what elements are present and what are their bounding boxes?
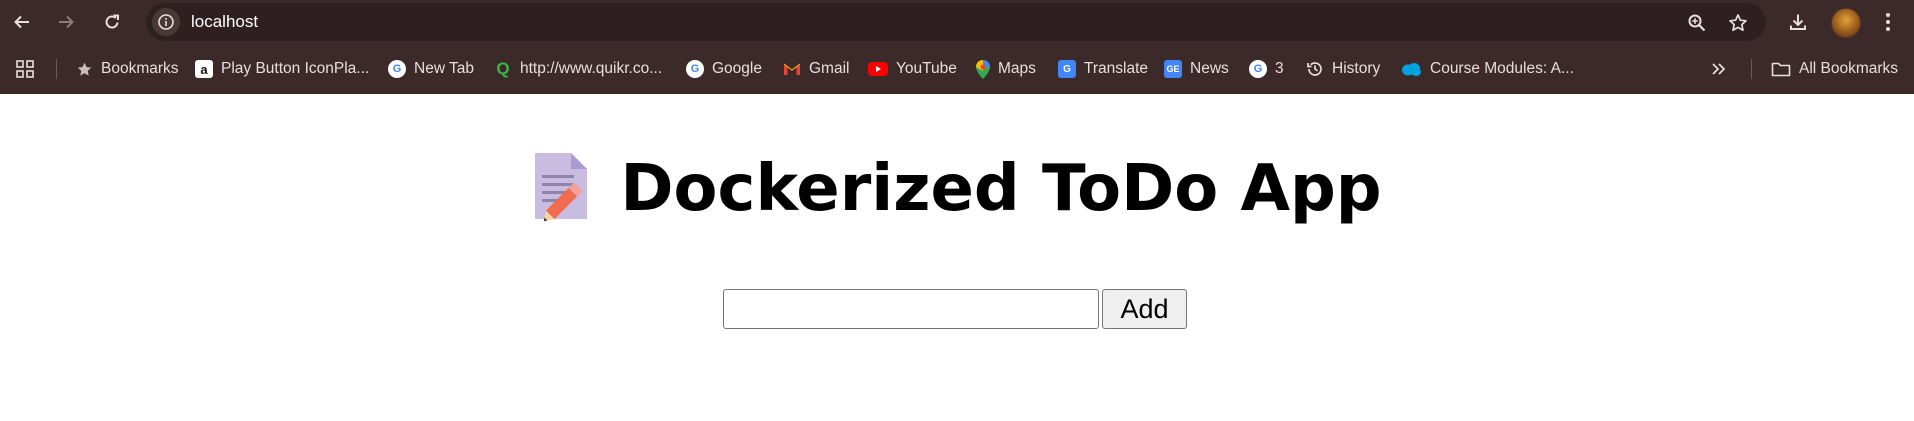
forward-button[interactable] (54, 10, 78, 34)
history-icon (1307, 62, 1322, 76)
bookmark-label: 3 (1275, 60, 1284, 77)
download-icon (1790, 14, 1806, 30)
bookmark-bookmarks[interactable]: Bookmarks (76, 44, 179, 94)
bookmark-label: http://www.quikr.co... (520, 60, 663, 77)
google-icon: G (686, 60, 704, 78)
page-title-text: Dockerized ToDo App (620, 152, 1382, 226)
arrow-right-icon (59, 15, 74, 29)
menu-button[interactable] (1876, 10, 1900, 34)
all-bookmarks-button[interactable]: All Bookmarks (1771, 44, 1898, 94)
amazon-icon: a (195, 60, 213, 78)
bookmark-3[interactable]: G 3 (1249, 44, 1284, 94)
bookmark-label: Maps (998, 60, 1036, 77)
bookmarks-divider (56, 59, 57, 79)
page-content: Dockerized ToDo App Add (0, 94, 1914, 421)
bookmark-quikr[interactable]: Q http://www.quikr.co... (494, 44, 662, 94)
bookmark-label: Google (712, 60, 762, 77)
zoom-in-icon (1688, 14, 1706, 32)
bookmark-youtube[interactable]: YouTube (868, 44, 957, 94)
youtube-icon (868, 62, 888, 76)
star-outline-icon (1729, 14, 1747, 32)
folder-icon (1771, 62, 1791, 77)
bookmark-history[interactable]: History (1306, 44, 1380, 94)
translate-icon: G (1058, 60, 1076, 78)
quikr-icon: Q (496, 59, 510, 78)
bookmark-google[interactable]: G Google (686, 44, 762, 94)
bookmark-label: YouTube (896, 60, 957, 77)
memo-icon (535, 153, 588, 222)
profile-avatar[interactable] (1831, 8, 1861, 38)
maps-icon (976, 59, 990, 79)
zoom-button[interactable] (1686, 12, 1708, 34)
bookmark-translate[interactable]: G Translate (1058, 44, 1148, 94)
bookmark-label: News (1190, 60, 1229, 77)
bookmark-gmail[interactable]: Gmail (783, 44, 849, 94)
downloads-button[interactable] (1786, 10, 1810, 34)
reload-button[interactable] (100, 10, 124, 34)
apps-button[interactable] (16, 44, 34, 94)
address-bar[interactable]: localhost (146, 3, 1766, 41)
todo-input[interactable] (723, 289, 1099, 329)
bookmark-label: Course Modules: A... (1430, 60, 1574, 77)
page-title: Dockerized ToDo App (0, 144, 1914, 234)
url-text[interactable]: localhost (191, 3, 258, 41)
google-icon: G (1249, 60, 1267, 78)
bookmark-label: Gmail (809, 60, 850, 77)
bookmark-star-button[interactable] (1727, 12, 1749, 34)
add-button[interactable]: Add (1102, 289, 1187, 329)
bookmark-label: History (1332, 60, 1381, 77)
bookmarks-divider (1751, 59, 1752, 79)
bookmark-label: New Tab (414, 60, 475, 77)
bookmark-maps[interactable]: Maps (976, 44, 1036, 94)
bookmark-label: Bookmarks (101, 60, 179, 77)
star-icon (77, 62, 92, 76)
bookmark-label: Play Button IconPla... (221, 60, 370, 77)
bookmark-new-tab[interactable]: G New Tab (388, 44, 474, 94)
arrow-left-icon (14, 15, 29, 29)
bookmark-news[interactable]: GE News (1164, 44, 1229, 94)
news-icon: GE (1164, 60, 1182, 78)
apps-grid-icon (16, 60, 34, 78)
browser-toolbar: localhost (0, 0, 1914, 44)
all-bookmarks-label: All Bookmarks (1799, 60, 1899, 77)
bookmark-label: Translate (1084, 60, 1149, 77)
more-bookmarks-button[interactable] (1711, 44, 1727, 94)
bookmarks-bar: Bookmarks a Play Button IconPla... G New… (0, 44, 1914, 94)
gmail-icon (783, 63, 801, 75)
site-info-button[interactable] (152, 8, 180, 36)
info-icon (158, 14, 174, 30)
bookmark-course-modules[interactable]: Course Modules: A... (1401, 44, 1574, 94)
back-button[interactable] (10, 10, 34, 34)
google-icon: G (388, 60, 406, 78)
reload-icon (105, 14, 119, 29)
bookmark-play-button[interactable]: a Play Button IconPla... (195, 44, 369, 94)
chevron-double-right-icon (1712, 63, 1726, 75)
salesforce-icon (1402, 62, 1421, 76)
kebab-menu-icon (1886, 13, 1890, 31)
